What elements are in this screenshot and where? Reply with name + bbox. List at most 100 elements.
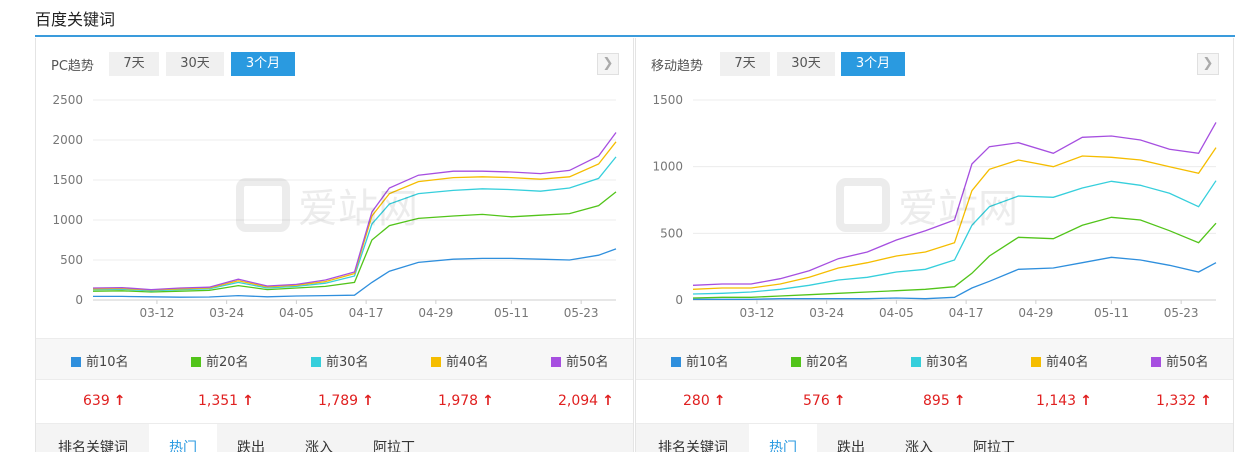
y-tick-label: 0 [675,293,683,307]
tab-dropped[interactable]: 跌出 [237,437,265,452]
legend-swatch [1151,357,1161,367]
tab-hot[interactable]: 热门 [169,437,197,452]
x-tick-label: 03-12 [139,306,174,320]
arrow-up-icon: ↑ [242,393,254,409]
mobile-trend-panel: 移动趋势 7天 30天 3个月 ❯ 0 500 1000 1500 03-12 03-24… [635,38,1234,452]
legend-item-top10: 前10名 [671,351,729,370]
value-top20: 1,351 ↑ [198,393,254,409]
value-top30: 895 ↑ [923,393,966,409]
legend-item-top40: 前40名 [431,351,489,370]
page-title: 百度关键词 [35,10,116,29]
watermark-logo: 爱站网 [836,176,1026,240]
legend-swatch [791,357,801,367]
tab-aladdin[interactable]: 阿拉丁 [973,437,1015,452]
x-tick-label: 04-17 [349,306,384,320]
arrow-up-icon: ↑ [482,393,494,409]
x-tick-label: 05-23 [1164,306,1199,320]
arrow-up-icon: ↑ [833,393,846,409]
legend-item-top10: 前10名 [71,351,129,370]
legend-swatch [71,357,81,367]
next-arrow-icon[interactable]: ❯ [597,53,619,75]
arrow-up-icon: ↑ [1080,393,1092,409]
value-top30: 1,789 ↑ [318,393,374,409]
y-tick-label: 1500 [52,173,83,187]
arrow-up-icon: ↑ [362,393,374,409]
tab-rising[interactable]: 涨入 [305,437,333,452]
series-line-前10名 [693,256,1217,300]
panel-title: PC趋势 [51,59,94,74]
legend-swatch [911,357,921,367]
tab-hot[interactable]: 热门 [769,437,797,452]
panel-header: PC趋势 7天 30天 3个月 ❯ [36,52,633,76]
tab-aladdin[interactable]: 阿拉丁 [373,437,415,452]
y-tick-label: 500 [660,226,683,240]
x-tick-label: 04-05 [279,306,314,320]
tab-ranked-keywords[interactable]: 排名关键词 [658,437,728,452]
legend-item-top30: 前30名 [311,351,369,370]
tabs-row: 排名关键词 热门 跌出 涨入 阿拉丁 [636,424,1233,452]
watermark-text: 爱站网 [298,186,418,232]
x-tick-label: 04-29 [1018,306,1053,320]
legend-swatch [191,357,201,367]
x-tick-label: 05-11 [494,306,529,320]
y-tick-label: 500 [60,253,83,267]
legend-swatch [311,357,321,367]
legend-row: 前10名 前20名 前30名 前40名 前50名 [36,338,633,380]
x-tick-label: 04-29 [418,306,453,320]
range-7d-button[interactable]: 7天 [109,52,159,76]
legend-swatch [671,357,681,367]
value-top50: 1,332 ↑ [1156,393,1212,409]
values-row: 280 ↑ 576 ↑ 895 ↑ 1,143 ↑ 1,332 ↑ [636,380,1233,424]
value-top20: 576 ↑ [803,393,846,409]
range-30d-button[interactable]: 30天 [777,52,835,76]
legend-item-top30: 前30名 [911,351,969,370]
tab-rising[interactable]: 涨入 [905,437,933,452]
x-tick-label: 05-11 [1094,306,1129,320]
value-top10: 639 ↑ [83,393,126,409]
legend-row: 前10名 前20名 前30名 前40名 前50名 [636,338,1233,380]
x-tick-label: 05-23 [564,306,599,320]
tabs-row: 排名关键词 热门 跌出 涨入 阿拉丁 [36,424,633,452]
y-tick-label: 0 [75,293,83,307]
legend-swatch [551,357,561,367]
range-3m-button[interactable]: 3个月 [231,52,295,76]
y-tick-label: 1000 [652,160,683,174]
y-tick-label: 2000 [52,133,83,147]
legend-item-top20: 前20名 [191,351,249,370]
watermark-logo: 爱站网 [236,176,426,240]
panel-header: 移动趋势 7天 30天 3个月 ❯ [636,52,1233,76]
arrow-up-icon: ↑ [1200,393,1212,409]
x-tick-label: 03-12 [739,306,774,320]
legend-item-top50: 前50名 [551,351,609,370]
legend-item-top40: 前40名 [1031,351,1089,370]
value-top10: 280 ↑ [683,393,726,409]
legend-item-top20: 前20名 [791,351,849,370]
value-top40: 1,978 ↑ [438,393,494,409]
arrow-up-icon: ↑ [713,393,726,409]
value-top40: 1,143 ↑ [1036,393,1092,409]
x-tick-label: 03-24 [209,306,244,320]
y-tick-label: 1500 [652,93,683,107]
next-arrow-icon[interactable]: ❯ [1197,53,1219,75]
arrow-up-icon: ↑ [602,393,614,409]
panel-title: 移动趋势 [651,59,704,74]
legend-swatch [431,357,441,367]
pc-trend-panel: PC趋势 7天 30天 3个月 ❯ 0 500 1000 1500 2000 2500 03… [35,38,634,452]
value-top50: 2,094 ↑ [558,393,614,409]
title-divider [35,35,1235,37]
y-tick-label: 2500 [52,93,83,107]
tab-ranked-keywords[interactable]: 排名关键词 [58,437,128,452]
range-3m-button[interactable]: 3个月 [841,52,905,76]
range-30d-button[interactable]: 30天 [166,52,224,76]
y-tick-label: 1000 [52,213,83,227]
values-row: 639 ↑ 1,351 ↑ 1,789 ↑ 1,978 ↑ 2,094 ↑ [36,380,633,424]
arrow-up-icon: ↑ [953,393,966,409]
watermark-text: 爱站网 [898,186,1018,232]
legend-item-top50: 前50名 [1151,351,1209,370]
x-tick-label: 03-24 [809,306,844,320]
tab-dropped[interactable]: 跌出 [837,437,865,452]
range-7d-button[interactable]: 7天 [720,52,770,76]
x-tick-label: 04-17 [949,306,984,320]
legend-swatch [1031,357,1041,367]
arrow-up-icon: ↑ [113,393,126,409]
